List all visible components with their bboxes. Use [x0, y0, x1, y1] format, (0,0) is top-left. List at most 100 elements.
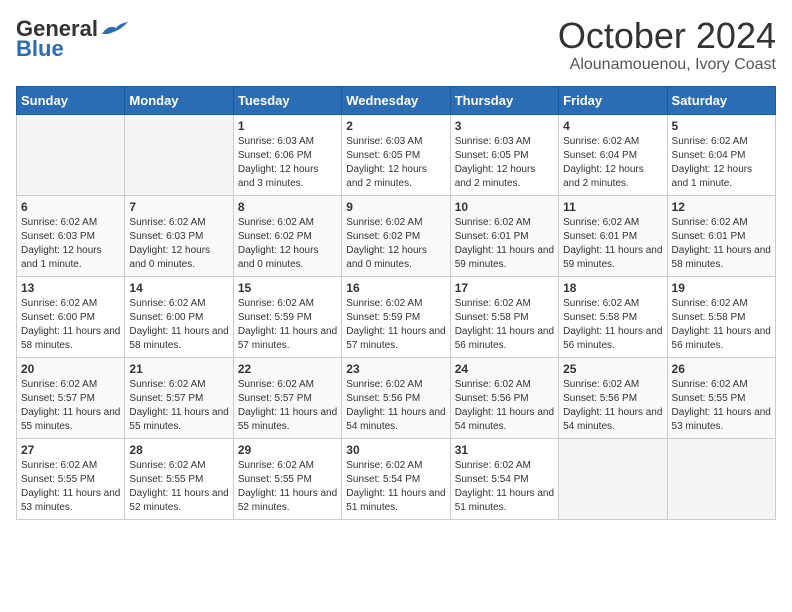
calendar-cell: 26 Sunrise: 6:02 AM Sunset: 5:55 PM Dayli… [667, 357, 775, 438]
day-number: 28 [129, 443, 228, 457]
day-info: Sunrise: 6:02 AM Sunset: 5:55 PM Dayligh… [238, 459, 337, 515]
calendar-week-1: 6 Sunrise: 6:02 AM Sunset: 6:03 PM Daylig… [17, 195, 776, 276]
calendar-cell: 13 Sunrise: 6:02 AM Sunset: 6:00 PM Dayli… [17, 276, 125, 357]
month-title: October 2024 [558, 16, 776, 56]
day-info: Sunrise: 6:02 AM Sunset: 6:01 PM Dayligh… [672, 216, 771, 272]
calendar-cell: 27 Sunrise: 6:02 AM Sunset: 5:55 PM Dayli… [17, 438, 125, 519]
calendar-cell: 24Sunrise: 6:02 AM Sunset: 5:56 PM Dayli… [450, 357, 558, 438]
day-info: Sunrise: 6:02 AM Sunset: 5:56 PM Dayligh… [455, 378, 554, 434]
day-info: Sunrise: 6:02 AM Sunset: 5:57 PM Dayligh… [21, 378, 120, 434]
day-info: Sunrise: 6:02 AM Sunset: 5:59 PM Dayligh… [346, 297, 445, 353]
day-number: 17 [455, 281, 554, 295]
calendar-cell: 23Sunrise: 6:02 AM Sunset: 5:56 PM Dayli… [342, 357, 450, 438]
calendar-week-0: 1 Sunrise: 6:03 AM Sunset: 6:06 PM Daylig… [17, 114, 776, 195]
day-info: Sunrise: 6:02 AM Sunset: 5:54 PM Dayligh… [455, 459, 554, 515]
calendar-week-4: 27 Sunrise: 6:02 AM Sunset: 5:55 PM Dayli… [17, 438, 776, 519]
day-info: Sunrise: 6:02 AM Sunset: 5:54 PM Dayligh… [346, 459, 445, 515]
calendar-cell: 8Sunrise: 6:02 AM Sunset: 6:02 PM Daylig… [233, 195, 341, 276]
day-info: Sunrise: 6:02 AM Sunset: 5:55 PM Dayligh… [129, 459, 228, 515]
calendar-cell: 19Sunrise: 6:02 AM Sunset: 5:58 PM Dayli… [667, 276, 775, 357]
day-info: Sunrise: 6:02 AM Sunset: 5:58 PM Dayligh… [563, 297, 662, 353]
day-number: 27 [21, 443, 120, 457]
calendar-cell: 29 Sunrise: 6:02 AM Sunset: 5:55 PM Dayli… [233, 438, 341, 519]
day-number: 31 [455, 443, 554, 457]
day-info: Sunrise: 6:03 AM Sunset: 6:06 PM Dayligh… [238, 135, 337, 191]
day-number: 9 [346, 200, 445, 214]
calendar-header-thursday: Thursday [450, 86, 558, 114]
day-number: 1 [238, 119, 337, 133]
day-number: 10 [455, 200, 554, 214]
calendar-header-tuesday: Tuesday [233, 86, 341, 114]
calendar-cell: 7Sunrise: 6:02 AM Sunset: 6:03 PM Daylig… [125, 195, 233, 276]
page-header: General Blue October 2024 Alounamouenou,… [16, 16, 776, 74]
calendar-cell: 25 Sunrise: 6:02 AM Sunset: 5:56 PM Dayli… [559, 357, 667, 438]
day-info: Sunrise: 6:02 AM Sunset: 5:58 PM Dayligh… [455, 297, 554, 353]
day-number: 4 [563, 119, 662, 133]
day-number: 20 [21, 362, 120, 376]
day-info: Sunrise: 6:02 AM Sunset: 6:01 PM Dayligh… [455, 216, 554, 272]
calendar-cell: 28 Sunrise: 6:02 AM Sunset: 5:55 PM Dayli… [125, 438, 233, 519]
day-number: 26 [672, 362, 771, 376]
day-info: Sunrise: 6:02 AM Sunset: 5:59 PM Dayligh… [238, 297, 337, 353]
day-number: 8 [238, 200, 337, 214]
calendar-cell: 11 Sunrise: 6:02 AM Sunset: 6:01 PM Dayli… [559, 195, 667, 276]
day-info: Sunrise: 6:02 AM Sunset: 6:01 PM Dayligh… [563, 216, 662, 272]
day-info: Sunrise: 6:02 AM Sunset: 6:04 PM Dayligh… [563, 135, 662, 191]
day-number: 30 [346, 443, 445, 457]
day-number: 22 [238, 362, 337, 376]
day-number: 3 [455, 119, 554, 133]
calendar-cell: 20 Sunrise: 6:02 AM Sunset: 5:57 PM Dayli… [17, 357, 125, 438]
day-info: Sunrise: 6:02 AM Sunset: 5:56 PM Dayligh… [563, 378, 662, 434]
calendar-cell: 12 Sunrise: 6:02 AM Sunset: 6:01 PM Dayli… [667, 195, 775, 276]
calendar-week-3: 20 Sunrise: 6:02 AM Sunset: 5:57 PM Dayli… [17, 357, 776, 438]
calendar-cell: 17 Sunrise: 6:02 AM Sunset: 5:58 PM Dayli… [450, 276, 558, 357]
calendar-cell: 1 Sunrise: 6:03 AM Sunset: 6:06 PM Daylig… [233, 114, 341, 195]
calendar-cell: 3 Sunrise: 6:03 AM Sunset: 6:05 PM Daylig… [450, 114, 558, 195]
day-info: Sunrise: 6:02 AM Sunset: 6:03 PM Dayligh… [129, 216, 228, 272]
day-number: 14 [129, 281, 228, 295]
day-info: Sunrise: 6:03 AM Sunset: 6:05 PM Dayligh… [455, 135, 554, 191]
day-number: 18 [563, 281, 662, 295]
day-number: 29 [238, 443, 337, 457]
calendar-header-friday: Friday [559, 86, 667, 114]
logo: General Blue [16, 16, 130, 62]
logo-bird-icon [100, 20, 130, 38]
day-number: 25 [563, 362, 662, 376]
calendar-cell: 4 Sunrise: 6:02 AM Sunset: 6:04 PM Daylig… [559, 114, 667, 195]
day-info: Sunrise: 6:02 AM Sunset: 6:02 PM Dayligh… [346, 216, 445, 272]
calendar-cell: 30 Sunrise: 6:02 AM Sunset: 5:54 PM Dayli… [342, 438, 450, 519]
calendar-week-2: 13 Sunrise: 6:02 AM Sunset: 6:00 PM Dayli… [17, 276, 776, 357]
calendar-body: 1 Sunrise: 6:03 AM Sunset: 6:06 PM Daylig… [17, 114, 776, 519]
day-info: Sunrise: 6:02 AM Sunset: 5:55 PM Dayligh… [21, 459, 120, 515]
calendar-cell: 16 Sunrise: 6:02 AM Sunset: 5:59 PM Dayli… [342, 276, 450, 357]
calendar-cell: 15Sunrise: 6:02 AM Sunset: 5:59 PM Dayli… [233, 276, 341, 357]
day-number: 5 [672, 119, 771, 133]
calendar-cell: 18 Sunrise: 6:02 AM Sunset: 5:58 PM Dayli… [559, 276, 667, 357]
day-info: Sunrise: 6:02 AM Sunset: 6:03 PM Dayligh… [21, 216, 120, 272]
logo-blue: Blue [16, 36, 64, 62]
calendar-header-monday: Monday [125, 86, 233, 114]
calendar-header-row: SundayMondayTuesdayWednesdayThursdayFrid… [17, 86, 776, 114]
day-number: 6 [21, 200, 120, 214]
day-info: Sunrise: 6:03 AM Sunset: 6:05 PM Dayligh… [346, 135, 445, 191]
calendar-cell: 6 Sunrise: 6:02 AM Sunset: 6:03 PM Daylig… [17, 195, 125, 276]
calendar-cell [559, 438, 667, 519]
day-info: Sunrise: 6:02 AM Sunset: 5:55 PM Dayligh… [672, 378, 771, 434]
calendar-cell [125, 114, 233, 195]
calendar-cell [17, 114, 125, 195]
day-number: 16 [346, 281, 445, 295]
day-number: 11 [563, 200, 662, 214]
title-block: October 2024 Alounamouenou, Ivory Coast [558, 16, 776, 74]
calendar-cell: 2 Sunrise: 6:03 AM Sunset: 6:05 PM Daylig… [342, 114, 450, 195]
calendar-cell: 14Sunrise: 6:02 AM Sunset: 6:00 PM Dayli… [125, 276, 233, 357]
day-number: 23 [346, 362, 445, 376]
day-info: Sunrise: 6:02 AM Sunset: 5:58 PM Dayligh… [672, 297, 771, 353]
day-info: Sunrise: 6:02 AM Sunset: 6:00 PM Dayligh… [21, 297, 120, 353]
day-number: 12 [672, 200, 771, 214]
day-number: 2 [346, 119, 445, 133]
calendar-cell: 9 Sunrise: 6:02 AM Sunset: 6:02 PM Daylig… [342, 195, 450, 276]
calendar-cell: 22Sunrise: 6:02 AM Sunset: 5:57 PM Dayli… [233, 357, 341, 438]
day-number: 13 [21, 281, 120, 295]
calendar-cell [667, 438, 775, 519]
calendar-table: SundayMondayTuesdayWednesdayThursdayFrid… [16, 86, 776, 520]
